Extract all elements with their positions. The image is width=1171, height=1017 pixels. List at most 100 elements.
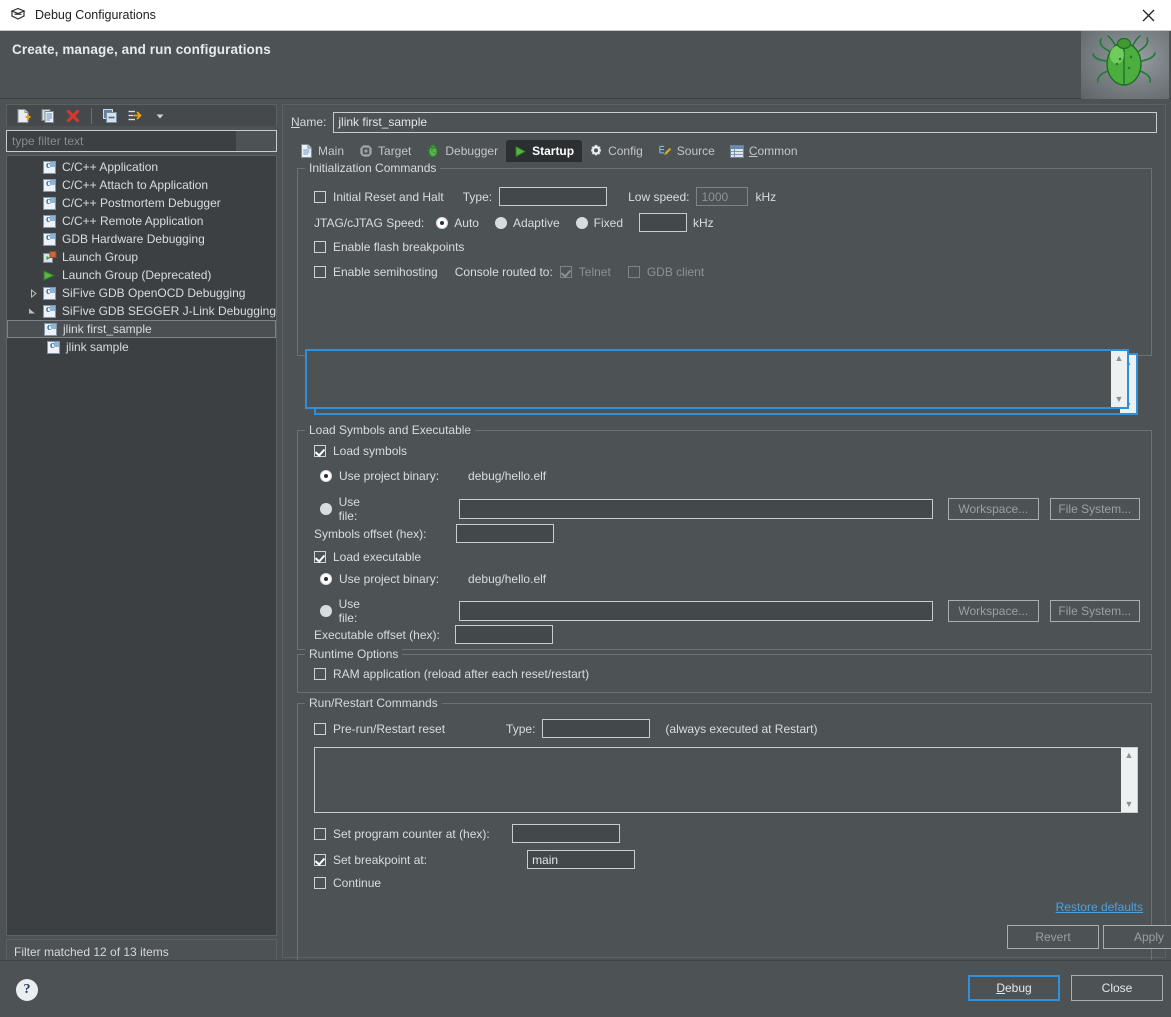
close-icon[interactable]	[1125, 0, 1171, 31]
filter-clear-button[interactable]	[236, 131, 276, 151]
revert-button[interactable]: Revert	[1007, 925, 1099, 949]
exec-project-binary-value: debug/hello.elf	[468, 572, 547, 586]
exec-file-system-button[interactable]: File System...	[1049, 600, 1140, 622]
init-type-input[interactable]	[499, 187, 608, 206]
exec-use-file-radio[interactable]	[320, 605, 332, 617]
run-type-input[interactable]	[542, 719, 651, 738]
exec-workspace-button[interactable]: Workspace...	[948, 600, 1039, 622]
chevron-down-icon[interactable]: ▼	[1115, 392, 1124, 407]
tree-item[interactable]: SiFive GDB SEGGER J-Link Debugging	[21, 302, 276, 320]
tab-main[interactable]: Main	[292, 140, 352, 162]
load-executable-checkbox[interactable]	[314, 551, 326, 563]
restore-defaults-link[interactable]: Restore defaults	[1056, 900, 1143, 914]
collapse-all-icon[interactable]	[99, 106, 121, 126]
symbols-use-file-radio[interactable]	[320, 503, 332, 515]
chevron-down-icon[interactable]	[149, 106, 171, 126]
prerun-restart-reset-checkbox[interactable]	[314, 722, 326, 735]
enable-flash-breakpoints-checkbox[interactable]	[314, 241, 326, 253]
low-speed-unit-label: kHz	[755, 189, 777, 204]
initialization-commands-input[interactable]: ▲ ▼	[305, 349, 1129, 409]
console-gdb-client-checkbox[interactable]	[627, 266, 640, 278]
initial-reset-and-halt-checkbox[interactable]	[314, 190, 326, 203]
run-commands-scrollbar[interactable]: ▲ ▼	[1121, 748, 1137, 812]
tree-item[interactable]: SiFive GDB OpenOCD Debugging	[21, 284, 276, 302]
chevron-down-icon[interactable]: ▼	[1125, 797, 1134, 812]
tree-item-label: Launch Group	[62, 250, 139, 264]
tree-item[interactable]: Launch Group (Deprecated)	[21, 266, 276, 284]
filter-arrow-icon[interactable]	[124, 106, 146, 126]
tab-debugger[interactable]: Debugger	[419, 140, 506, 162]
c-file-icon	[42, 322, 59, 336]
executable-offset-input[interactable]	[454, 625, 553, 644]
tree-item[interactable]: C/C++ Remote Application	[21, 212, 276, 230]
apply-button[interactable]: Apply	[1103, 925, 1171, 949]
filter-input-wrapper[interactable]	[6, 130, 277, 152]
chevron-down-icon[interactable]	[25, 307, 41, 316]
tab-target[interactable]: Target	[352, 140, 419, 162]
tab-config[interactable]: Config	[582, 140, 651, 162]
console-telnet-checkbox[interactable]	[559, 266, 572, 278]
load-symbols-legend: Load Symbols and Executable	[305, 423, 476, 437]
close-button[interactable]: Close	[1071, 975, 1163, 1001]
symbols-use-project-binary-radio[interactable]	[320, 470, 332, 482]
tab-startup[interactable]: Startup	[506, 140, 583, 162]
toolbar-separator	[91, 107, 92, 124]
init-commands-scrollbar-visual[interactable]: ▲ ▼	[1111, 351, 1127, 407]
exec-use-file-input[interactable]	[459, 601, 933, 621]
symbols-offset-input[interactable]	[455, 524, 554, 543]
tree-item[interactable]: Launch Group	[21, 248, 276, 266]
tab-label: Main	[318, 144, 345, 158]
fixed-speed-input[interactable]	[639, 213, 687, 232]
tree-item[interactable]: C/C++ Postmortem Debugger	[21, 194, 276, 212]
initial-reset-and-halt-label: Initial Reset and Halt	[333, 189, 444, 204]
continue-checkbox[interactable]	[314, 877, 326, 889]
run-restart-legend: Run/Restart Commands	[305, 696, 442, 710]
configuration-name-input[interactable]	[333, 111, 1157, 133]
c-file-icon	[41, 178, 58, 192]
load-symbols-checkbox[interactable]	[314, 445, 326, 457]
tab-bar[interactable]: Main Target Debugger Startup Config Source Com…	[292, 140, 1165, 162]
symbols-use-file-input[interactable]	[459, 499, 933, 519]
tree-item[interactable]: jlink first_sample	[7, 320, 276, 338]
enable-semihosting-checkbox[interactable]	[314, 266, 326, 278]
exec-use-project-binary-radio[interactable]	[320, 573, 332, 585]
dialog-header: Create, manage, and run configurations	[0, 31, 1171, 99]
symbols-workspace-button[interactable]: Workspace...	[948, 498, 1039, 520]
tree-item[interactable]: C/C++ Attach to Application	[21, 176, 276, 194]
tab-common[interactable]: Common	[723, 140, 806, 162]
set-program-counter-checkbox[interactable]	[314, 827, 326, 840]
runtime-options-group: Runtime Options RAM application (reload …	[297, 647, 1152, 693]
jtag-speed-label: JTAG/cJTAG Speed:	[314, 215, 425, 230]
speed-radio-adaptive[interactable]	[494, 216, 507, 229]
tree-item[interactable]: GDB Hardware Debugging	[21, 230, 276, 248]
set-program-counter-input[interactable]	[511, 824, 620, 843]
run-restart-commands-input[interactable]: ▲ ▼	[314, 747, 1138, 813]
symbols-file-system-button[interactable]: File System...	[1049, 498, 1140, 520]
tree-item-label: Launch Group (Deprecated)	[62, 268, 212, 282]
delete-red-x-icon[interactable]	[62, 106, 84, 126]
chevron-right-icon[interactable]	[25, 288, 41, 298]
duplicate-configuration-button[interactable]	[37, 106, 59, 126]
speed-radio-fixed[interactable]	[575, 216, 588, 229]
speed-radio-auto[interactable]	[436, 216, 449, 229]
c-file-icon	[45, 340, 62, 354]
low-speed-input[interactable]	[696, 187, 749, 206]
low-speed-label: Low speed:	[628, 189, 690, 204]
chevron-up-icon[interactable]: ▲	[1115, 351, 1124, 366]
tree-item-label: SiFive GDB SEGGER J-Link Debugging	[61, 304, 276, 318]
tree-item[interactable]: jlink sample	[41, 338, 276, 356]
page-title: Create, manage, and run configurations	[12, 42, 271, 57]
help-question-icon[interactable]: ?	[16, 979, 38, 1001]
set-breakpoint-checkbox[interactable]	[314, 853, 326, 866]
run-type-label: Type:	[506, 721, 536, 736]
tab-source[interactable]: Source	[651, 140, 723, 162]
chevron-up-icon[interactable]: ▲	[1125, 748, 1134, 763]
tree-item[interactable]: C/C++ Application	[21, 158, 276, 176]
set-breakpoint-input[interactable]	[527, 850, 636, 869]
new-configuration-button[interactable]	[12, 106, 34, 126]
debug-button[interactable]: Debug	[968, 975, 1060, 1001]
configurations-tree[interactable]: C/C++ Application C/C++ Attach to Applica…	[6, 155, 277, 936]
ram-application-checkbox[interactable]	[314, 668, 326, 680]
tab-label: Debugger	[445, 144, 499, 158]
search-input[interactable]	[7, 131, 236, 151]
